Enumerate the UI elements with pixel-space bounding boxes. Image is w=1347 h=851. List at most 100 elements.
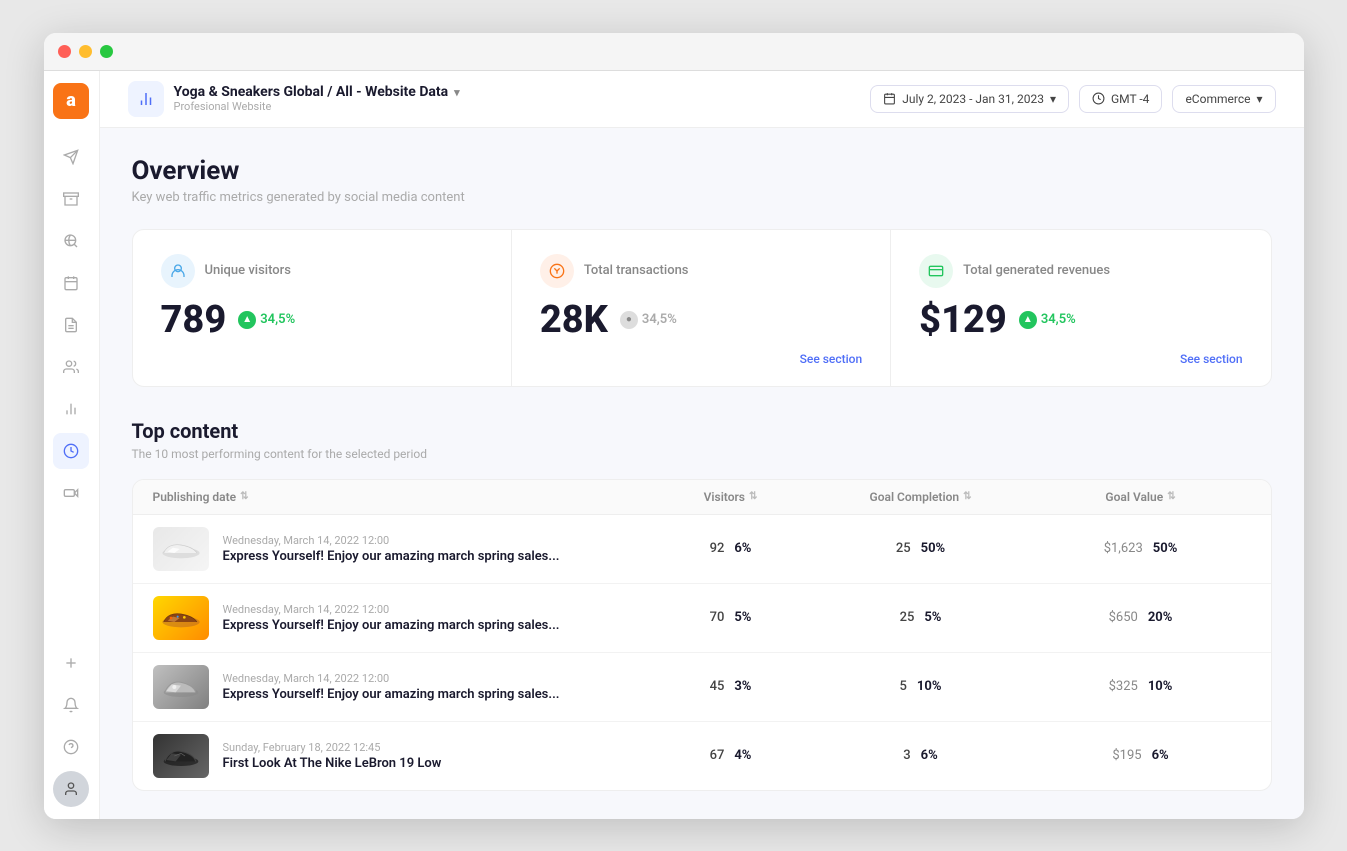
- sidebar-item-help[interactable]: [53, 729, 89, 765]
- titlebar: [44, 33, 1304, 71]
- kpi-icon-revenues: [919, 254, 953, 288]
- date-chevron-icon: ▾: [1050, 92, 1056, 106]
- brand-title[interactable]: Yoga & Sneakers Global / All - Website D…: [174, 84, 460, 100]
- kpi-card-visitors: Unique visitors 789 ▲ 34,5%: [133, 230, 512, 386]
- kpi-badge-dot-transactions: ●: [620, 311, 638, 329]
- app-window: a: [44, 33, 1304, 819]
- row-completion-num-2: 25: [900, 610, 915, 625]
- table-header: Publishing date ⇅ Visitors ⇅ Goal Comple…: [133, 480, 1271, 515]
- kpi-header-visitors: Unique visitors: [161, 254, 483, 288]
- sidebar-item-add[interactable]: [53, 645, 89, 681]
- sidebar-item-chart[interactable]: [53, 391, 89, 427]
- brand-icon: [128, 81, 164, 117]
- row-completion-pct-4: 6%: [921, 748, 938, 763]
- see-section-transactions[interactable]: See section: [800, 352, 863, 366]
- thumb-4: [153, 734, 209, 778]
- th-label-goal-value: Goal Value: [1105, 490, 1163, 504]
- kpi-footer-revenues: See section: [919, 352, 1242, 366]
- sidebar-item-calendar[interactable]: [53, 265, 89, 301]
- table-row[interactable]: Wednesday, March 14, 2022 12:00 Express …: [133, 515, 1271, 584]
- row-value-pct-3: 10%: [1148, 679, 1173, 694]
- row-text-3: Wednesday, March 14, 2022 12:00 Express …: [223, 672, 560, 702]
- sidebar: a: [44, 71, 100, 819]
- th-publishing-date[interactable]: Publishing date ⇅: [153, 490, 651, 504]
- page-title: Overview: [132, 156, 1272, 186]
- close-dot[interactable]: [58, 45, 71, 58]
- sidebar-item-bell[interactable]: [53, 687, 89, 723]
- row-content-2: Wednesday, March 14, 2022 12:00 Express …: [153, 596, 651, 640]
- sidebar-item-team[interactable]: [53, 349, 89, 385]
- date-range-picker[interactable]: July 2, 2023 - Jan 31, 2023 ▾: [870, 85, 1069, 113]
- kpi-icon-transactions: [540, 254, 574, 288]
- row-cell-visitors-4: 67 4%: [651, 748, 811, 763]
- sidebar-item-globe-search[interactable]: [53, 223, 89, 259]
- table-row[interactable]: Wednesday, March 14, 2022 12:00 Express …: [133, 584, 1271, 653]
- sidebar-item-inbox[interactable]: [53, 181, 89, 217]
- sidebar-item-video[interactable]: [53, 475, 89, 511]
- row-completion-num-1: 25: [896, 541, 911, 556]
- sidebar-item-send[interactable]: [53, 139, 89, 175]
- row-title-4: First Look At The Nike LeBron 19 Low: [223, 756, 442, 771]
- row-visitors-num-1: 92: [710, 541, 725, 556]
- top-content-table: Publishing date ⇅ Visitors ⇅ Goal Comple…: [132, 479, 1272, 791]
- row-completion-pct-3: 10%: [917, 679, 942, 694]
- row-content-1: Wednesday, March 14, 2022 12:00 Express …: [153, 527, 651, 571]
- header: Yoga & Sneakers Global / All - Website D…: [100, 71, 1304, 128]
- row-completion-num-4: 3: [903, 748, 910, 763]
- sidebar-item-dashboard[interactable]: [53, 433, 89, 469]
- row-value-money-3: $325: [1109, 679, 1138, 694]
- row-value-pct-4: 6%: [1152, 748, 1169, 763]
- sidebar-item-avatar[interactable]: [53, 771, 89, 807]
- top-content-subtitle: The 10 most performing content for the s…: [132, 447, 1272, 461]
- segment-text: eCommerce: [1185, 92, 1250, 106]
- row-date-3: Wednesday, March 14, 2022 12:00: [223, 672, 560, 685]
- content-area: Overview Key web traffic metrics generat…: [100, 128, 1304, 819]
- brand-chevron-icon: ▾: [454, 86, 460, 99]
- row-visitors-pct-3: 3%: [734, 679, 751, 694]
- kpi-header-revenues: Total generated revenues: [919, 254, 1242, 288]
- row-cell-visitors-3: 45 3%: [651, 679, 811, 694]
- row-value-money-4: $195: [1112, 748, 1141, 763]
- table-row[interactable]: Wednesday, March 14, 2022 12:00 Express …: [133, 653, 1271, 722]
- sidebar-item-reports[interactable]: [53, 307, 89, 343]
- sort-icon-visitors: ⇅: [749, 491, 757, 502]
- table-row[interactable]: Sunday, February 18, 2022 12:45 First Lo…: [133, 722, 1271, 790]
- kpi-badge-value-transactions: 34,5%: [642, 312, 677, 327]
- row-value-pct-1: 50%: [1153, 541, 1178, 556]
- brand-subtitle: Profesional Website: [174, 100, 460, 113]
- row-cell-value-3: $325 10%: [1031, 679, 1251, 694]
- kpi-value-transactions: 28K: [540, 298, 608, 342]
- kpi-badge-visitors: ▲ 34,5%: [238, 311, 295, 329]
- row-title-1: Express Yourself! Enjoy our amazing marc…: [223, 549, 560, 564]
- see-section-revenues[interactable]: See section: [1180, 352, 1243, 366]
- row-cell-completion-3: 5 10%: [811, 679, 1031, 694]
- kpi-badge-dot-visitors: ▲: [238, 311, 256, 329]
- kpi-value-visitors: 789: [161, 298, 227, 342]
- row-completion-num-3: 5: [900, 679, 907, 694]
- row-cell-visitors-2: 70 5%: [651, 610, 811, 625]
- th-visitors[interactable]: Visitors ⇅: [651, 490, 811, 504]
- row-visitors-num-3: 45: [710, 679, 725, 694]
- maximize-dot[interactable]: [100, 45, 113, 58]
- kpi-row: Unique visitors 789 ▲ 34,5%: [132, 229, 1272, 387]
- sort-icon-goal-completion: ⇅: [963, 491, 971, 502]
- row-completion-pct-2: 5%: [924, 610, 941, 625]
- kpi-badge-value-revenues: 34,5%: [1041, 312, 1076, 327]
- row-visitors-num-4: 67: [710, 748, 725, 763]
- row-visitors-pct-4: 4%: [734, 748, 751, 763]
- minimize-dot[interactable]: [79, 45, 92, 58]
- sort-icon-goal-value: ⇅: [1167, 491, 1175, 502]
- kpi-header-transactions: Total transactions: [540, 254, 862, 288]
- row-cell-completion-2: 25 5%: [811, 610, 1031, 625]
- kpi-badge-transactions: ● 34,5%: [620, 311, 677, 329]
- kpi-label-transactions: Total transactions: [584, 263, 689, 278]
- row-cell-value-1: $1,623 50%: [1031, 541, 1251, 556]
- th-goal-completion[interactable]: Goal Completion ⇅: [811, 490, 1031, 504]
- segment-picker[interactable]: eCommerce ▾: [1172, 85, 1275, 113]
- thumb-3: [153, 665, 209, 709]
- row-visitors-pct-1: 6%: [734, 541, 751, 556]
- th-goal-value[interactable]: Goal Value ⇅: [1031, 490, 1251, 504]
- th-label-goal-completion: Goal Completion: [870, 490, 960, 504]
- th-label-date: Publishing date: [153, 490, 237, 504]
- row-value-money-1: $1,623: [1104, 541, 1143, 556]
